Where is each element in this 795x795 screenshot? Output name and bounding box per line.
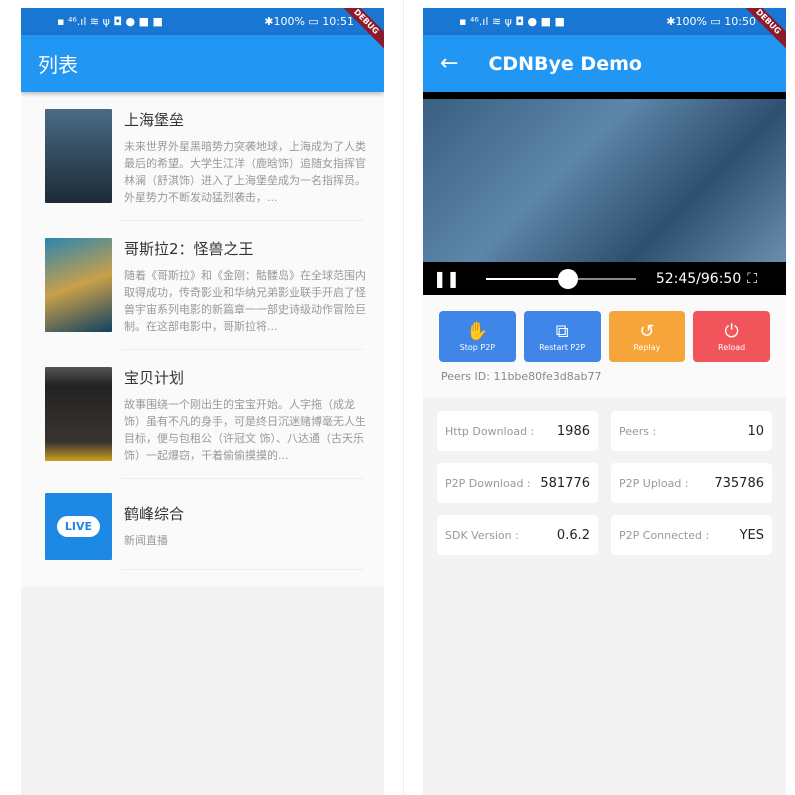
list-screen: DEBUG ▪ ⁴⁶.ıl ≋ ψ ◘ ● ■ ■ ✱100% ▭ 10:51 … xyxy=(21,8,384,795)
list-item[interactable]: 哥斯拉2：怪兽之王随着《哥斯拉》和《金刚：骷髅岛》在全球范围内取得成功，传奇影业… xyxy=(21,221,384,350)
poster-thumbnail xyxy=(45,367,112,461)
button-label: Replay xyxy=(633,343,661,352)
stat-sdk-version: SDK Version : 0.6.2 xyxy=(437,515,598,555)
screen-divider xyxy=(403,0,404,795)
stop-p2p-button[interactable]: ✋ Stop P2P xyxy=(439,311,516,362)
app-bar: 列表 xyxy=(21,35,384,92)
status-right: ✱100% ▭ 10:51 xyxy=(264,15,354,28)
stat-label: P2P Download : xyxy=(445,476,531,490)
video-frame xyxy=(423,99,786,262)
stat-peers: Peers : 10 xyxy=(611,411,772,451)
item-desc: 新闻直播 xyxy=(124,534,168,547)
restart-p2p-button[interactable]: ⧉ Restart P2P xyxy=(523,311,601,362)
list-item[interactable]: LIVE 鹤峰综合新闻直播 xyxy=(21,479,384,570)
stat-label: Peers : xyxy=(619,424,657,438)
fullscreen-icon[interactable]: ⛶ xyxy=(747,271,757,287)
list-item[interactable]: 宝贝计划故事围绕一个刚出生的宝宝开始。人字拖（成龙 饰）虽有不凡的身手，可是终日… xyxy=(21,350,384,479)
stat-value: 735786 xyxy=(714,475,764,491)
poster-thumbnail xyxy=(45,109,112,203)
stat-value: 0.6.2 xyxy=(556,527,590,543)
page-title: 列表 xyxy=(38,53,78,77)
peers-id: Peers ID: 11bbe80fe3d8ab77 xyxy=(441,370,602,383)
item-desc: 随着《哥斯拉》和《金刚：骷髅岛》在全球范围内取得成功，传奇影业和华纳兄弟影业联手… xyxy=(124,269,366,333)
replay-button[interactable]: ↺ Replay xyxy=(608,311,686,362)
stat-p2p-download: P2P Download : 581776 xyxy=(437,463,598,503)
action-buttons: ✋ Stop P2P ⧉ Restart P2P ↺ Replay ⏻ Reload xyxy=(423,295,786,362)
page-title: CDNBye Demo xyxy=(488,52,642,75)
status-bar: ▪ ⁴⁶.ıl ≋ ψ ◘ ● ■ ■ ✱100% ▭ 10:51 xyxy=(21,8,384,35)
stat-value: YES xyxy=(739,527,764,543)
list-item[interactable]: 上海堡垒未来世界外星黑暗势力突袭地球，上海成为了人类最后的希望。大学生江洋（鹿晗… xyxy=(21,92,384,221)
button-label: Stop P2P xyxy=(459,343,496,352)
app-bar: ← CDNBye Demo xyxy=(423,35,786,92)
seek-handle[interactable] xyxy=(557,268,578,289)
stat-p2p-upload: P2P Upload : 735786 xyxy=(611,463,772,503)
time-display: 52:45/96:50 xyxy=(655,270,742,287)
reload-button[interactable]: ⏻ Reload xyxy=(693,311,770,362)
stat-value: 10 xyxy=(747,423,764,439)
status-right: ✱100% ▭ 10:50 xyxy=(666,15,756,28)
video-player[interactable]: ❚❚ 52:45/96:50 ⛶ xyxy=(423,92,786,295)
power-icon: ⏻ xyxy=(724,321,739,342)
item-desc: 故事围绕一个刚出生的宝宝开始。人字拖（成龙 饰）虽有不凡的身手，可是终日沉迷赌博… xyxy=(124,398,366,462)
pause-icon[interactable]: ❚❚ xyxy=(433,269,460,288)
item-desc: 未来世界外星黑暗势力突袭地球，上海成为了人类最后的希望。大学生江洋（鹿晗饰）追随… xyxy=(124,140,366,204)
empty-area xyxy=(21,587,384,795)
status-icons: ▪ ⁴⁶.ıl ≋ ψ ◘ ● ■ ■ xyxy=(57,15,163,28)
status-bar: ▪ ⁴⁶.ıl ≋ ψ ◘ ● ■ ■ ✱100% ▭ 10:50 xyxy=(423,8,786,35)
cast-icon: ⧉ xyxy=(555,321,569,342)
button-label: Restart P2P xyxy=(539,343,586,352)
item-title: 鹤峰综合 xyxy=(124,505,185,523)
hand-icon: ✋ xyxy=(466,321,489,342)
status-icons: ▪ ⁴⁶.ıl ≋ ψ ◘ ● ■ ■ xyxy=(459,15,565,28)
item-title: 上海堡垒 xyxy=(124,111,185,129)
player-screen: DEBUG ▪ ⁴⁶.ıl ≋ ψ ◘ ● ■ ■ ✱100% ▭ 10:50 … xyxy=(423,8,786,795)
stat-value: 581776 xyxy=(540,475,590,491)
player-controls: ❚❚ 52:45/96:50 ⛶ xyxy=(423,262,786,295)
seek-bar[interactable] xyxy=(485,268,636,289)
replay-icon: ↺ xyxy=(639,321,655,342)
stat-label: P2P Connected : xyxy=(619,528,710,542)
button-label: Reload xyxy=(718,343,746,352)
back-arrow-icon[interactable]: ← xyxy=(440,51,458,76)
stats-panel: Http Download : 1986 Peers : 10 P2P Downloa… xyxy=(423,397,786,795)
live-thumbnail: LIVE xyxy=(45,493,112,560)
stat-label: SDK Version : xyxy=(445,528,519,542)
stat-p2p-connected: P2P Connected : YES xyxy=(611,515,772,555)
stat-label: Http Download : xyxy=(445,424,535,438)
video-list: 上海堡垒未来世界外星黑暗势力突袭地球，上海成为了人类最后的希望。大学生江洋（鹿晗… xyxy=(21,92,384,570)
live-cloud-icon: LIVE xyxy=(56,516,101,537)
item-title: 宝贝计划 xyxy=(124,369,185,387)
item-title: 哥斯拉2：怪兽之王 xyxy=(124,240,254,258)
stat-label: P2P Upload : xyxy=(619,476,689,490)
stat-value: 1986 xyxy=(556,423,590,439)
poster-thumbnail xyxy=(45,238,112,332)
stat-http-download: Http Download : 1986 xyxy=(437,411,598,451)
